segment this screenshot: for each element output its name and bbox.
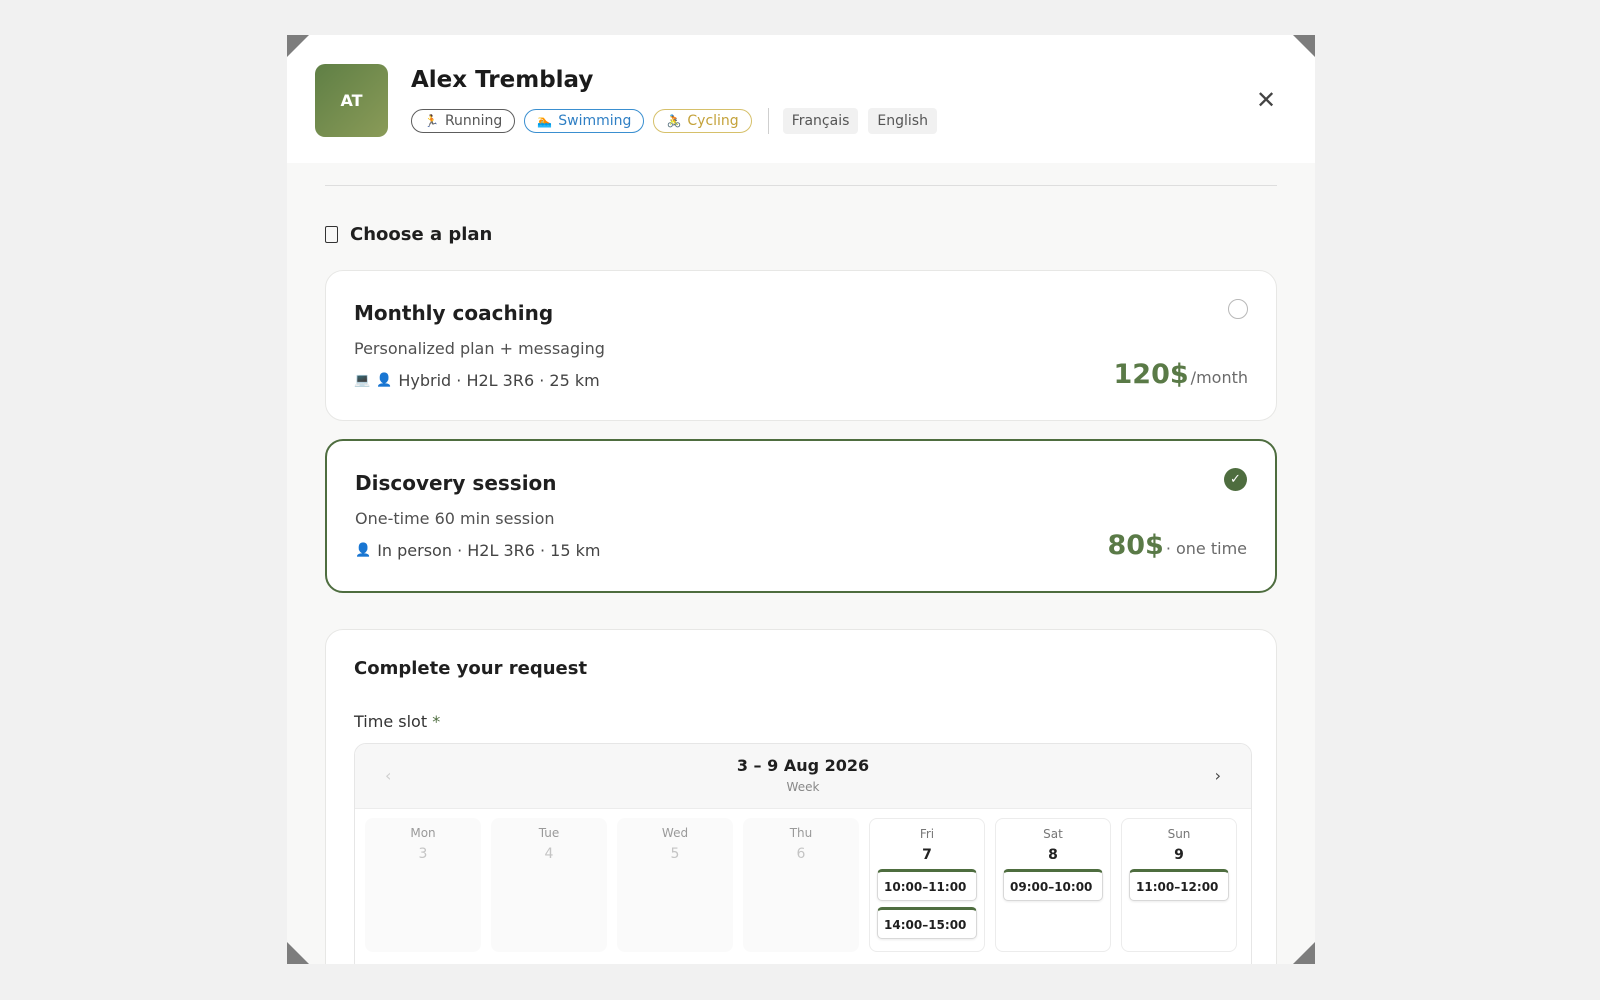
running-icon: 🏃: [424, 114, 439, 128]
sport-tag-label: Swimming: [558, 113, 632, 129]
sport-tag-label: Cycling: [687, 113, 739, 129]
laptop-icon: 💻: [354, 373, 371, 388]
language-badge-en: English: [868, 108, 937, 134]
day-date: 7: [922, 847, 932, 863]
day-date: 5: [670, 846, 680, 862]
day-name: Sun: [1167, 827, 1191, 841]
day-wed: Wed 5: [617, 818, 733, 952]
week-calendar: ‹ 3 – 9 Aug 2026 Week › Mon 3 Tue 4 Wed …: [354, 743, 1252, 964]
time-slot-button[interactable]: 10:00–11:00: [877, 869, 977, 901]
day-name: Thu: [789, 826, 813, 840]
day-name: Tue: [538, 826, 560, 840]
calendar-header: ‹ 3 – 9 Aug 2026 Week ›: [355, 744, 1251, 809]
chevron-right-icon[interactable]: ›: [1215, 766, 1221, 785]
document-icon: [325, 226, 338, 243]
price-amount: 120$: [1113, 359, 1189, 390]
time-slot-button[interactable]: 09:00–10:00: [1003, 869, 1103, 901]
day-date: 3: [418, 846, 428, 862]
plan-card-monthly[interactable]: Monthly coaching Personalized plan + mes…: [325, 270, 1277, 421]
price-unit: · one time: [1165, 539, 1247, 558]
calendar-days: Mon 3 Tue 4 Wed 5 Thu 6 Fri 7 10:00–11:0…: [365, 818, 1237, 952]
time-slot-button[interactable]: 14:00–15:00: [877, 907, 977, 939]
modal-header: AT Alex Tremblay 🏃 Running 🏊 Swimming 🚴 …: [287, 35, 1315, 163]
day-date: 8: [1048, 847, 1058, 863]
sport-tag-swimming: 🏊 Swimming: [524, 109, 645, 133]
person-icon: 👤: [376, 373, 393, 388]
cycling-icon: 🚴: [666, 114, 682, 128]
tag-row: 🏃 Running 🏊 Swimming 🚴 Cycling Français …: [411, 108, 947, 134]
day-sun: Sun 9 11:00–12:00: [1121, 818, 1237, 952]
day-sat: Sat 8 09:00–10:00: [995, 818, 1111, 952]
day-date: 6: [796, 846, 806, 862]
sport-tag-label: Running: [444, 113, 503, 129]
section-title: Choose a plan: [325, 224, 492, 245]
day-name: Mon: [410, 826, 436, 840]
required-marker: *: [432, 712, 441, 731]
day-mon: Mon 3: [365, 818, 481, 952]
sport-tag-running: 🏃 Running: [411, 109, 516, 133]
day-thu: Thu 6: [743, 818, 859, 952]
request-title: Complete your request: [354, 658, 588, 679]
request-panel: Complete your request Time slot * ‹ 3 – …: [325, 629, 1277, 964]
divider: [767, 108, 769, 134]
person-icon: 👤: [355, 543, 372, 558]
coach-name: Alex Tremblay: [411, 67, 594, 93]
plan-radio[interactable]: [1228, 299, 1248, 319]
day-date: 9: [1174, 847, 1184, 863]
plan-name: Discovery session: [355, 471, 557, 495]
language-badge-fr: Français: [782, 108, 859, 134]
swimming-icon: 🏊: [537, 114, 553, 128]
day-name: Fri: [919, 827, 935, 841]
plan-card-discovery[interactable]: Discovery session One-time 60 min sessio…: [325, 439, 1277, 593]
plan-description: One-time 60 min session: [355, 509, 555, 528]
divider: [325, 185, 1277, 186]
calendar-range: 3 – 9 Aug 2026: [736, 756, 870, 775]
time-slot-label: Time slot *: [354, 712, 440, 731]
check-icon[interactable]: ✓: [1224, 468, 1247, 491]
day-date: 4: [544, 846, 554, 862]
plan-name: Monthly coaching: [354, 301, 554, 325]
plan-details-text: In person · H2L 3R6 · 15 km: [377, 541, 601, 560]
close-icon[interactable]: ✕: [1251, 85, 1281, 115]
time-slot-button[interactable]: 11:00–12:00: [1129, 869, 1229, 901]
price-unit: /month: [1190, 368, 1248, 387]
plan-details: 💻 👤 Hybrid · H2L 3R6 · 25 km: [354, 371, 600, 390]
day-name: Sat: [1043, 827, 1063, 841]
plan-details-text: Hybrid · H2L 3R6 · 25 km: [398, 371, 600, 390]
sport-tag-cycling: 🚴 Cycling: [653, 109, 752, 133]
plan-price: 120$ /month: [1114, 359, 1248, 390]
avatar: AT: [315, 64, 388, 137]
plan-details: 👤 In person · H2L 3R6 · 15 km: [355, 541, 600, 560]
coach-modal: AT Alex Tremblay 🏃 Running 🏊 Swimming 🚴 …: [287, 35, 1315, 964]
plan-price: 80$ · one time: [1107, 530, 1247, 561]
calendar-view: Week: [786, 780, 820, 794]
plan-description: Personalized plan + messaging: [354, 339, 605, 358]
time-slot-label-text: Time slot: [354, 712, 428, 731]
day-fri: Fri 7 10:00–11:00 14:00–15:00: [869, 818, 985, 952]
section-title-text: Choose a plan: [350, 224, 493, 245]
day-name: Wed: [661, 826, 689, 840]
day-tue: Tue 4: [491, 818, 607, 952]
price-amount: 80$: [1107, 530, 1164, 561]
